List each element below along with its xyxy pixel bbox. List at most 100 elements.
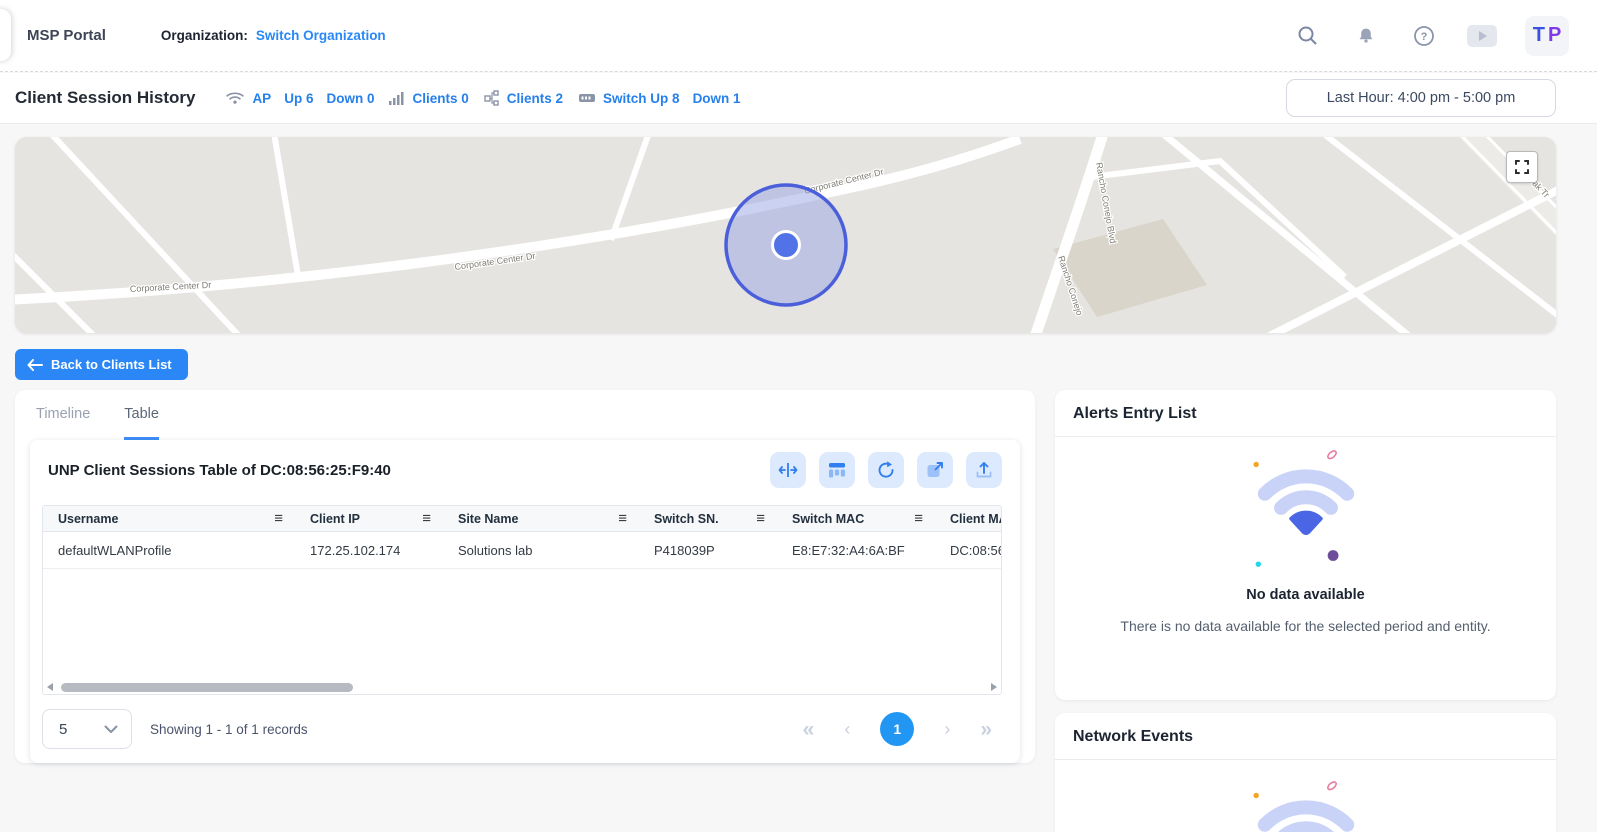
avatar-initial-2: P [1548, 24, 1561, 47]
table-row[interactable]: defaultWLANProfile 172.25.102.174 Soluti… [43, 532, 1002, 569]
no-data-wifi-illustration [1240, 776, 1372, 832]
map-fullscreen-button[interactable] [1506, 151, 1538, 183]
switch-icon [578, 91, 596, 105]
page-root: MSP Portal Organization: Switch Organiza… [0, 0, 1597, 832]
sessions-panel: Timeline Table UNP Client Sessions Table… [15, 390, 1035, 763]
table-footer: 5 Showing 1 - 1 of 1 records « ‹ 1 › » [30, 695, 1020, 749]
page-title: Client Session History [15, 88, 195, 108]
network-events-panel: Network Events [1055, 713, 1556, 832]
user-avatar[interactable]: T P [1525, 16, 1569, 56]
top-bar: MSP Portal Organization: Switch Organiza… [0, 0, 1597, 72]
site-map[interactable]: Corporate Center Dr Corporate Center Dr … [15, 137, 1556, 333]
manage-columns-button[interactable] [819, 452, 855, 488]
column-menu-icon[interactable]: ≡ [274, 510, 283, 527]
page-size-value: 5 [59, 721, 67, 738]
cell-switch-mac: E8:E7:32:A4:6A:BF [777, 532, 935, 568]
avatar-initial-1: T [1533, 24, 1545, 47]
previous-page-icon[interactable]: ‹ [844, 720, 850, 738]
cell-client-ip: 172.25.102.174 [295, 532, 443, 568]
export-icon [974, 460, 994, 480]
fit-columns-button[interactable] [770, 452, 806, 488]
first-page-icon[interactable]: « [803, 719, 815, 740]
topbar-actions: ? T P [1293, 16, 1569, 56]
stat-ap-label[interactable]: AP [252, 91, 271, 106]
table-toolbar [770, 452, 1002, 488]
back-arrow-icon [27, 359, 43, 371]
open-external-icon [925, 460, 945, 480]
nav-drawer-edge[interactable] [0, 9, 11, 61]
refresh-icon [876, 460, 896, 480]
network-events-title: Network Events [1055, 713, 1556, 760]
column-menu-icon[interactable]: ≡ [618, 510, 627, 527]
stat-wireless-clients[interactable]: Clients 0 [412, 91, 468, 106]
tour-video-icon[interactable] [1467, 21, 1497, 51]
columns-icon [827, 460, 847, 480]
back-to-clients-button[interactable]: Back to Clients List [15, 349, 188, 380]
tab-table[interactable]: Table [124, 406, 159, 440]
col-switch-mac[interactable]: Switch MAC [792, 512, 864, 526]
last-page-icon[interactable]: » [980, 719, 992, 740]
sessions-table: Username ≡ Client IP ≡ Site Name ≡ Switch S… [42, 505, 1002, 695]
view-tabs: Timeline Table [15, 390, 1035, 440]
stat-switch-down[interactable]: Down 1 [693, 91, 741, 106]
table-header-row: Username ≡ Client IP ≡ Site Name ≡ Switch S… [43, 506, 1002, 532]
chevron-down-icon [104, 725, 118, 734]
time-range-selector[interactable]: Last Hour: 4:00 pm - 5:00 pm [1286, 79, 1556, 117]
cell-username: defaultWLANProfile [43, 532, 295, 568]
no-data-wifi-illustration [1240, 445, 1372, 575]
refresh-button[interactable] [868, 452, 904, 488]
brand-title: MSP Portal [27, 27, 106, 44]
fit-columns-icon [778, 460, 798, 480]
records-summary: Showing 1 - 1 of 1 records [150, 722, 308, 737]
search-icon[interactable] [1293, 21, 1323, 51]
cell-switch-sn: P418039P [639, 532, 777, 568]
fullscreen-icon [1513, 158, 1531, 176]
col-username[interactable]: Username [58, 512, 118, 526]
sessions-card-header: UNP Client Sessions Table of DC:08:56:25… [30, 440, 1020, 500]
col-client-ip[interactable]: Client IP [310, 512, 360, 526]
stat-ap-down[interactable]: Down 0 [326, 91, 374, 106]
current-page-button[interactable]: 1 [880, 712, 914, 746]
open-external-button[interactable] [917, 452, 953, 488]
col-client-mac[interactable]: Client MAC [950, 512, 1002, 526]
col-switch-sn[interactable]: Switch SN. [654, 512, 719, 526]
alerts-empty-state: No data available There is no data avail… [1055, 437, 1556, 634]
pagination: « ‹ 1 › » [803, 712, 992, 746]
help-icon[interactable]: ? [1409, 21, 1439, 51]
export-button[interactable] [966, 452, 1002, 488]
site-location-marker[interactable] [726, 185, 846, 305]
organization-selector: Organization: Switch Organization [161, 28, 386, 43]
page-size-select[interactable]: 5 [42, 709, 132, 749]
help-glyph: ? [1421, 31, 1428, 43]
network-status-summary: AP Up 6 Down 0 Clients 0 Clients 2 Switc… [225, 90, 740, 106]
play-icon [1479, 31, 1487, 41]
signal-bars-icon [389, 91, 405, 105]
stat-switch-up[interactable]: Switch Up 8 [603, 91, 680, 106]
cell-site-name: Solutions lab [443, 532, 639, 568]
network-events-empty-state [1055, 760, 1556, 832]
scroll-left-arrow-icon[interactable] [47, 683, 53, 691]
sub-header: Client Session History AP Up 6 Down 0 Cl… [0, 73, 1597, 124]
map-canvas: Corporate Center Dr Corporate Center Dr … [15, 137, 1556, 333]
scroll-right-arrow-icon[interactable] [991, 683, 997, 691]
unp-sessions-card: UNP Client Sessions Table of DC:08:56:25… [30, 440, 1020, 763]
back-button-label: Back to Clients List [51, 357, 172, 372]
scrollbar-thumb[interactable] [61, 683, 353, 692]
wired-topology-icon [484, 90, 500, 106]
no-data-message: There is no data available for the selec… [1120, 618, 1490, 634]
column-menu-icon[interactable]: ≡ [756, 510, 765, 527]
column-menu-icon[interactable]: ≡ [422, 510, 431, 527]
horizontal-scrollbar[interactable] [43, 681, 1001, 694]
col-site-name[interactable]: Site Name [458, 512, 518, 526]
organization-label: Organization: [161, 28, 248, 43]
alerts-entry-list-panel: Alerts Entry List No data available Ther… [1055, 390, 1556, 700]
organization-link[interactable]: Switch Organization [256, 28, 386, 43]
notifications-bell-icon[interactable] [1351, 21, 1381, 51]
next-page-icon[interactable]: › [944, 720, 950, 738]
tab-timeline[interactable]: Timeline [36, 406, 90, 440]
no-data-title: No data available [1246, 587, 1364, 603]
alerts-panel-title: Alerts Entry List [1055, 390, 1556, 437]
stat-ap-up[interactable]: Up 6 [284, 91, 313, 106]
stat-wired-clients[interactable]: Clients 2 [507, 91, 563, 106]
column-menu-icon[interactable]: ≡ [914, 510, 923, 527]
